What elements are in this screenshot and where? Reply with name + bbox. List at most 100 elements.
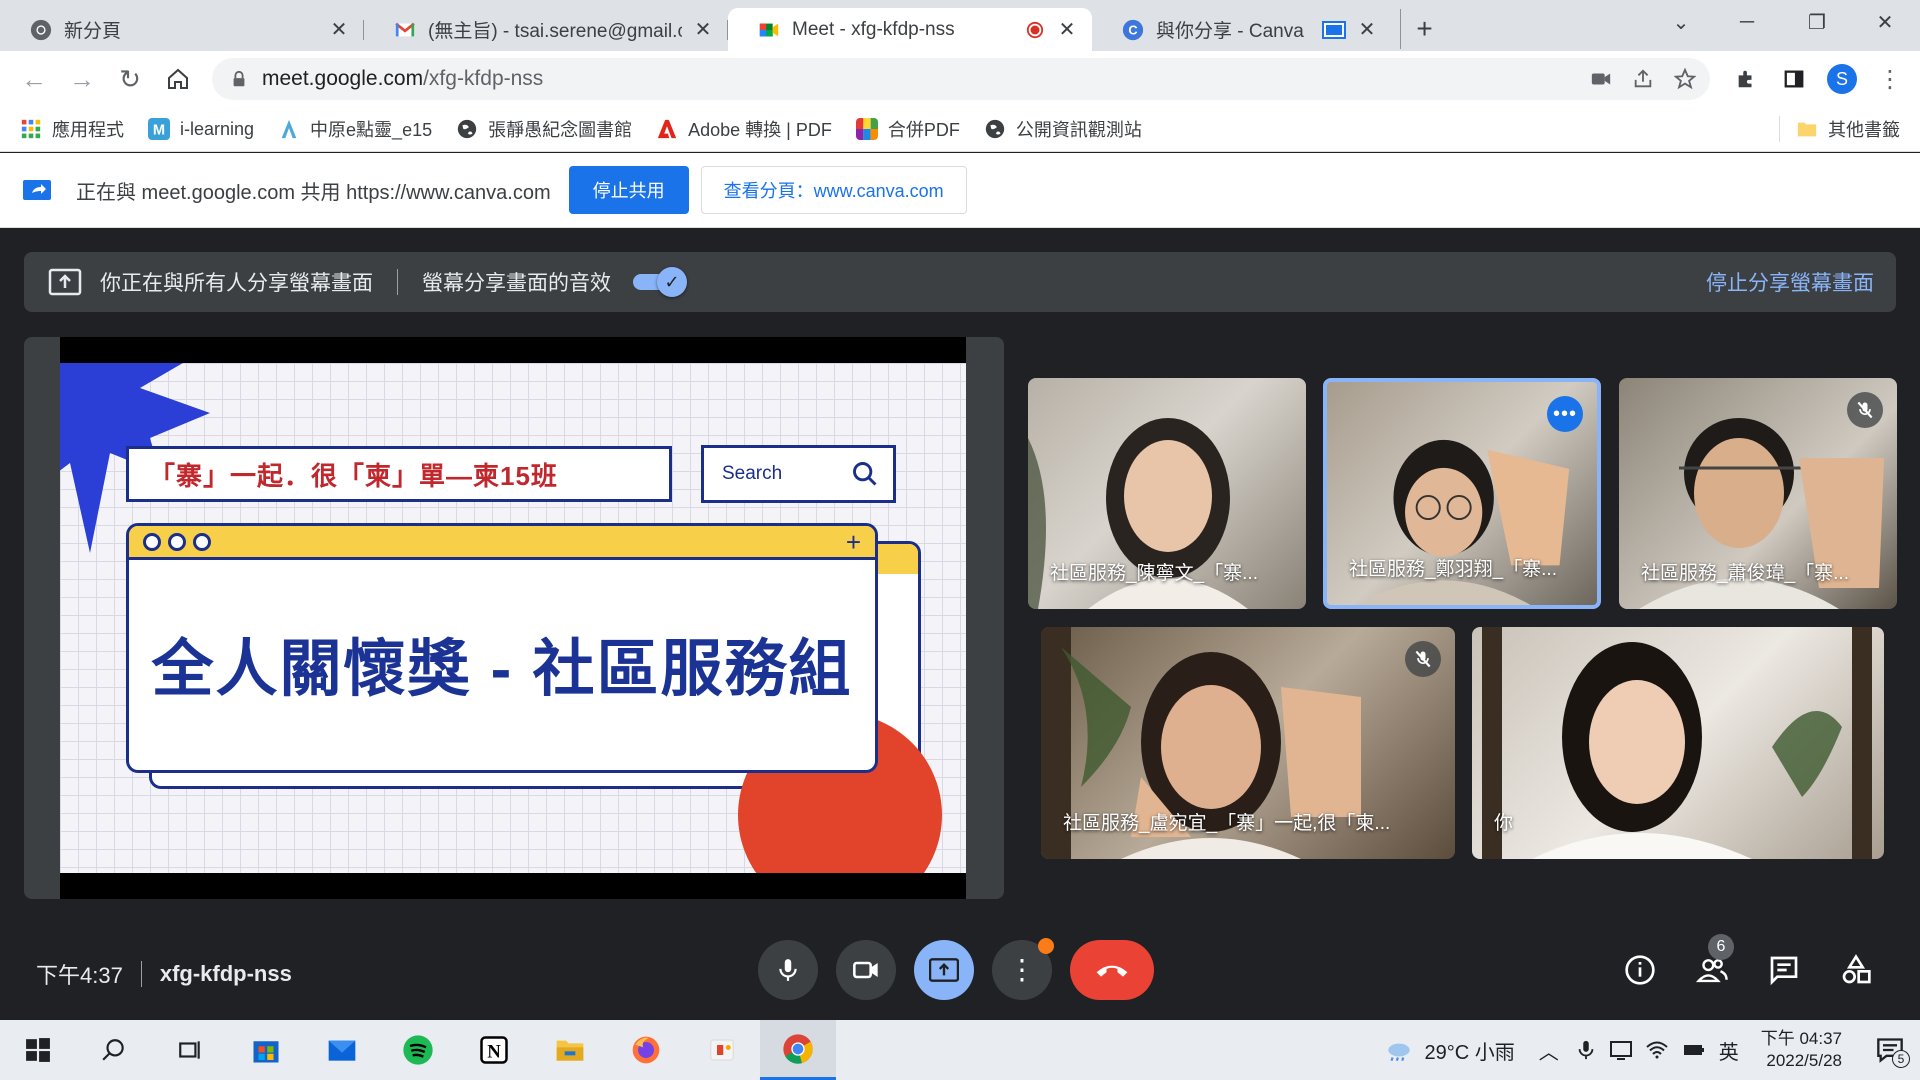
- spotify-button[interactable]: [380, 1020, 456, 1080]
- tab-canva[interactable]: C 與你分享 - Canva ✕: [1092, 8, 1392, 51]
- participant-tile[interactable]: 社區服務_盧宛宜_「寨」一起,很「柬...: [1041, 627, 1455, 859]
- notification-center-button[interactable]: 5: [1870, 1030, 1910, 1070]
- new-tab-button[interactable]: +: [1400, 9, 1440, 49]
- view-tab-button[interactable]: 查看分頁：www.canva.com: [700, 166, 967, 214]
- ime-indicator[interactable]: 英: [1719, 1036, 1739, 1065]
- mail-button[interactable]: [304, 1020, 380, 1080]
- bookmark-adobe[interactable]: Adobe 轉換 | PDF: [656, 116, 832, 142]
- bookmark-label: Adobe 轉換 | PDF: [688, 120, 832, 140]
- tab-sharing-infobar: 正在與 meet.google.com 共用 https://www.canva…: [0, 153, 1920, 228]
- home-button[interactable]: [154, 59, 202, 99]
- stop-sharing-button[interactable]: 停止共用: [568, 166, 689, 214]
- minimize-button[interactable]: ─: [1712, 0, 1782, 44]
- chevron-up-icon[interactable]: ︿: [1539, 1036, 1559, 1065]
- participant-tile-self[interactable]: 你: [1472, 627, 1884, 859]
- participant-name: 社區服務_鄭羽翔_「寨...: [1349, 559, 1557, 580]
- search-button[interactable]: [76, 1020, 152, 1080]
- notion-button[interactable]: N: [456, 1020, 532, 1080]
- close-icon[interactable]: ✕: [1356, 19, 1378, 41]
- firefox-button[interactable]: [608, 1020, 684, 1080]
- reload-button[interactable]: ↻: [106, 59, 154, 99]
- star-icon[interactable]: [1674, 68, 1696, 90]
- clock[interactable]: 下午 04:37 2022/5/28: [1761, 1028, 1842, 1072]
- chrome-icon: [30, 19, 52, 40]
- screen-share-icon: [1322, 19, 1346, 41]
- bookmark-merge-pdf[interactable]: 合併PDF: [855, 116, 960, 142]
- tab-gmail[interactable]: (無主旨) - tsai.serene@gmail.co ✕: [364, 8, 728, 51]
- meeting-time: 下午4:37: [36, 963, 123, 988]
- more-menu-icon[interactable]: ⋮: [1866, 59, 1914, 99]
- weather-icon[interactable]: [1384, 1037, 1414, 1063]
- tab-title: 新分頁: [64, 21, 122, 42]
- slide-search-box: Search: [701, 445, 896, 503]
- people-count-badge: 6: [1708, 934, 1734, 960]
- display-icon[interactable]: [1609, 1038, 1633, 1062]
- chat-button[interactable]: [1756, 942, 1812, 998]
- back-button[interactable]: ←: [10, 59, 58, 99]
- hang-up-icon: [1096, 965, 1128, 977]
- bookmark-library[interactable]: 張靜愚紀念圖書館: [456, 116, 632, 142]
- task-view-button[interactable]: [152, 1020, 228, 1080]
- slide-title-box: 「寨」一起．很「柬」單—柬15班: [126, 446, 672, 502]
- meeting-info-button[interactable]: [1612, 942, 1668, 998]
- people-button[interactable]: 6: [1684, 934, 1740, 998]
- bookmark-i-learning[interactable]: M i-learning: [148, 118, 254, 140]
- tab-new-tab[interactable]: 新分頁 ✕: [0, 8, 364, 51]
- search-icon: [102, 1039, 124, 1061]
- more-options-icon[interactable]: •••: [1547, 396, 1583, 432]
- activities-button[interactable]: [1828, 942, 1884, 998]
- participant-tile[interactable]: 社區服務_蕭俊瑋_「寨...: [1619, 378, 1897, 609]
- wifi-icon[interactable]: [1645, 1038, 1669, 1062]
- participant-name: 你: [1494, 813, 1514, 834]
- restore-button[interactable]: ❐: [1782, 0, 1852, 44]
- bookmark-cycu[interactable]: 中原e點靈_e15: [278, 116, 432, 142]
- chrome-taskbar-button[interactable]: [760, 1020, 836, 1080]
- meet-app: 你正在與所有人分享螢幕畫面 螢幕分享畫面的音效 ✓ 停止分享螢幕畫面 「寨」一起…: [0, 229, 1920, 1020]
- more-options-button[interactable]: ⋮: [992, 938, 1054, 1000]
- ms-store-button[interactable]: [228, 1020, 304, 1080]
- leave-call-button[interactable]: [1070, 940, 1154, 1000]
- app-button[interactable]: [684, 1020, 760, 1080]
- forward-button[interactable]: →: [58, 59, 106, 99]
- participant-tile[interactable]: 社區服務_陳寧文_「寨...: [1028, 378, 1306, 609]
- close-icon[interactable]: ✕: [328, 19, 350, 41]
- camera-in-use-icon[interactable]: [1590, 68, 1612, 90]
- start-button[interactable]: [0, 1020, 76, 1080]
- extensions-icon[interactable]: [1722, 59, 1770, 99]
- address-bar[interactable]: meet.google.com/xfg-kfdp-nss: [212, 58, 1710, 100]
- side-panel-icon[interactable]: [1770, 59, 1818, 99]
- close-icon[interactable]: ✕: [1056, 19, 1078, 41]
- app-icon: [710, 1039, 734, 1061]
- camera-button[interactable]: [836, 940, 896, 1000]
- present-now-button[interactable]: [914, 940, 974, 1000]
- camera-icon: [853, 961, 878, 979]
- tab-meet[interactable]: Meet - xfg-kfdp-nss ✕: [728, 8, 1092, 51]
- close-icon[interactable]: ✕: [692, 19, 714, 41]
- close-window-button[interactable]: ✕: [1850, 0, 1920, 44]
- system-tray: 29°C 小雨 ︿ 英 下午 04:37 2022/5/28 5: [1384, 1020, 1920, 1080]
- canva-slide: 「寨」一起．很「柬」單—柬15班 Search + 全人關懷獎 - 社區服務組: [60, 363, 966, 873]
- participant-tile-active[interactable]: ••• 社區服務_鄭羽翔_「寨...: [1323, 378, 1601, 609]
- recording-icon: [1024, 19, 1046, 41]
- avatar: S: [1827, 64, 1857, 94]
- tab-search-icon[interactable]: ⌄: [1646, 0, 1716, 44]
- microphone-button[interactable]: [758, 940, 818, 1000]
- bookmark-label: 應用程式: [52, 120, 124, 140]
- weather-text[interactable]: 29°C 小雨: [1424, 1036, 1514, 1065]
- profile-avatar[interactable]: S: [1818, 59, 1866, 99]
- bookmark-apps[interactable]: 應用程式: [20, 116, 124, 142]
- battery-icon[interactable]: [1681, 1038, 1707, 1062]
- file-explorer-button[interactable]: [532, 1020, 608, 1080]
- svg-text:C: C: [1128, 22, 1137, 37]
- bookmark-label: 其他書籤: [1828, 120, 1900, 140]
- microphone-in-use-icon[interactable]: [1575, 1039, 1597, 1061]
- share-icon[interactable]: [1632, 68, 1654, 90]
- bookmark-label: 張靜愚紀念圖書館: [488, 120, 633, 140]
- bookmark-mops[interactable]: 公開資訊觀測站: [984, 116, 1142, 142]
- bookmark-other[interactable]: 其他書籤: [1779, 116, 1900, 142]
- stop-presenting-link[interactable]: 停止分享螢幕畫面: [1706, 267, 1874, 297]
- audio-share-toggle[interactable]: ✓: [633, 267, 687, 297]
- tab-title: 與你分享 - Canva: [1156, 21, 1304, 42]
- store-icon: [253, 1041, 279, 1063]
- slide-window-bar: +: [129, 526, 875, 560]
